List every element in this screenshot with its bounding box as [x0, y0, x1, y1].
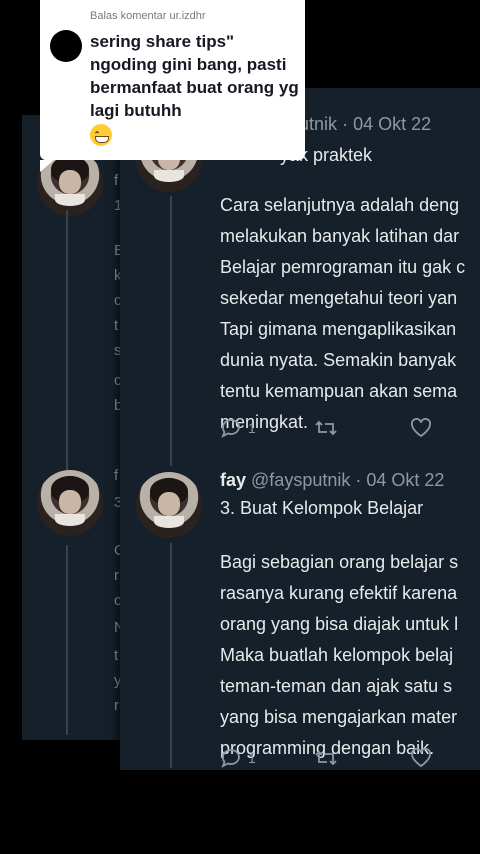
text-fragment: r [114, 697, 119, 714]
comment-reply-header: Balas komentar ur.izdhr [90, 10, 206, 22]
retweet-button[interactable] [314, 418, 338, 438]
retweet-icon [315, 750, 337, 766]
avatar [37, 470, 103, 536]
thread-line [66, 545, 68, 735]
tweet-body: Cara selanjutnya adalah deng melakukan b… [220, 195, 466, 432]
avatar [136, 472, 202, 538]
thread-line [66, 210, 68, 470]
heart-icon [411, 418, 431, 438]
handle[interactable]: @faysputnik [251, 470, 350, 490]
heart-icon [411, 748, 431, 768]
tweet-thread-card: sputnik · 04 Okt 22 yak praktek Cara sel… [120, 88, 480, 770]
reply-count: 1 [248, 420, 256, 436]
tweet-title: yak praktek [280, 145, 373, 165]
separator: · [355, 470, 362, 490]
reply-button[interactable]: 1 [220, 418, 256, 438]
grinning-face-icon [90, 123, 112, 146]
commenter-avatar [50, 30, 82, 62]
retweet-icon [315, 420, 337, 436]
reply-count: 1 [248, 750, 256, 766]
tweet-actions: 1 [220, 418, 480, 442]
reply-icon [221, 419, 240, 438]
tweet-actions: 1 [220, 748, 480, 770]
like-button[interactable] [410, 418, 432, 438]
comment-body: sering share tips" ngoding gini bang, pa… [90, 32, 299, 120]
tweet-header: fay @faysputnik · 04 Okt 22 [220, 470, 444, 491]
tweet-date[interactable]: 04 Okt 22 [366, 470, 444, 490]
tweet-date[interactable]: 04 Okt 22 [353, 114, 431, 134]
tweet-title: 3. Buat Kelompok Belajar [220, 498, 424, 518]
reply-button[interactable]: 1 [220, 748, 256, 768]
reply-icon [221, 749, 240, 768]
display-name[interactable]: fay [220, 470, 246, 490]
separator: · [342, 114, 349, 134]
retweet-button[interactable] [314, 748, 338, 768]
comment-text: sering share tips" ngoding gini bang, pa… [90, 30, 300, 146]
thread-line [170, 543, 172, 768]
reply-comment-bubble: Balas komentar ur.izdhr sering share tip… [40, 0, 305, 172]
thread-line [170, 196, 172, 466]
tweet-body: Bagi sebagian orang belajar s rasanya ku… [220, 552, 459, 758]
like-button[interactable] [410, 748, 432, 768]
